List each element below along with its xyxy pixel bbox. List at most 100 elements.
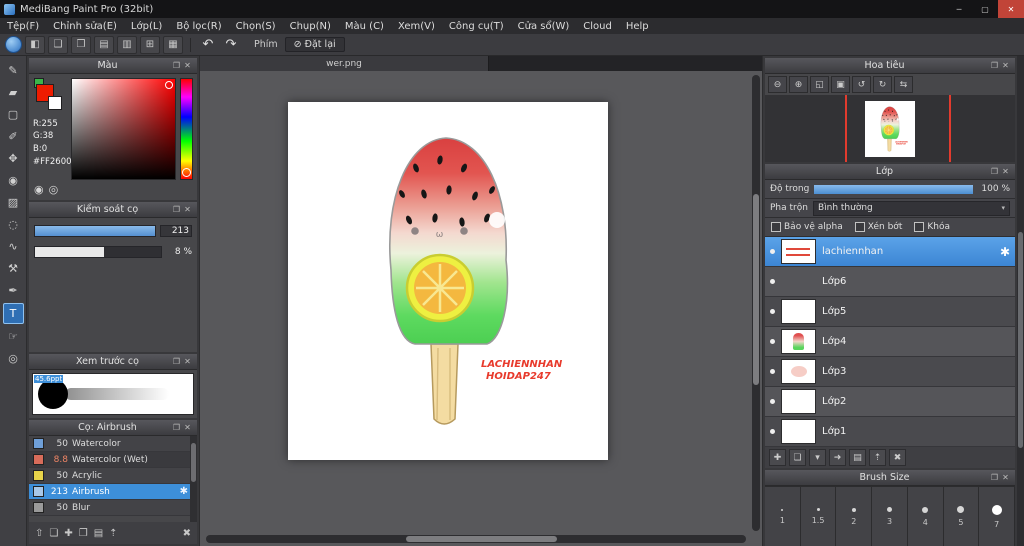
brush-row-selected[interactable]: 213 Airbrush ✱ (29, 484, 197, 500)
menu-window[interactable]: Cửa sổ(W) (511, 18, 577, 34)
detach-panel-icon[interactable]: ❐ (171, 61, 182, 70)
pen-tool[interactable]: ✎ (4, 61, 23, 80)
eraser-tool[interactable]: ▰ (4, 83, 23, 102)
detach-panel-icon[interactable]: ❐ (171, 357, 182, 366)
layer-row[interactable]: Lớp6 (765, 267, 1015, 297)
brush-mode-icon[interactable] (5, 36, 22, 53)
layer-settings-gear-icon[interactable]: ✱ (1000, 245, 1010, 259)
layer-visibility-icon[interactable] (770, 309, 775, 314)
scroll-thumb[interactable] (191, 442, 196, 483)
layer-visibility-icon[interactable] (770, 399, 775, 404)
brush-opacity-slider[interactable] (34, 246, 162, 258)
brush-size-cell[interactable]: 1 (765, 487, 801, 546)
palette-icon[interactable]: ▤ (94, 35, 114, 54)
clipping-checkbox[interactable]: Xén bớt (854, 222, 902, 232)
brush-row[interactable]: 50 Blur (29, 500, 197, 516)
menu-select[interactable]: Chọn(S) (229, 18, 283, 34)
layer-visibility-icon[interactable] (770, 249, 775, 254)
artboard[interactable]: ω LACHIENNHAN HOIDAP247 (288, 102, 608, 460)
layer-row[interactable]: Lớp2 (765, 387, 1015, 417)
undo-button[interactable]: ↶ (198, 36, 218, 53)
duplicate-brush-icon[interactable]: ❐ (79, 528, 88, 539)
fit-view-icon[interactable]: ◱ (810, 76, 829, 93)
detach-panel-icon[interactable]: ❐ (989, 61, 1000, 70)
brush-up-icon[interactable]: ⇧ (35, 528, 43, 539)
close-panel-icon[interactable]: ✕ (1000, 473, 1011, 482)
detach-panel-icon[interactable]: ❐ (171, 423, 182, 432)
maximize-button[interactable]: ▢ (972, 0, 998, 18)
menu-help[interactable]: Help (619, 18, 656, 34)
canvas-tab[interactable]: wer.png (200, 56, 489, 71)
delete-brush-icon[interactable]: ✖ (183, 528, 191, 539)
menu-edit[interactable]: Chỉnh sửa(E) (46, 18, 124, 34)
layer-row[interactable]: Lớp5 (765, 297, 1015, 327)
scroll-thumb[interactable] (405, 536, 557, 542)
select-tool[interactable]: ▢ (4, 105, 23, 124)
canvas-vertical-scrollbar[interactable] (752, 75, 760, 531)
layer-visibility-icon[interactable] (770, 339, 775, 344)
menu-snap[interactable]: Chụp(N) (283, 18, 338, 34)
material-icon[interactable]: ▦ (163, 35, 183, 54)
color-wheel-icon[interactable]: ◉ (34, 183, 44, 196)
canvas-viewport[interactable]: ω LACHIENNHAN HOIDAP247 (200, 71, 762, 546)
lasso-tool[interactable]: ∿ (4, 237, 23, 256)
brush-tool[interactable]: ✐ (4, 127, 23, 146)
layer-row[interactable]: Lớp4 (765, 327, 1015, 357)
saturation-value-picker[interactable] (71, 78, 176, 180)
operation-tool[interactable]: ⚒ (4, 259, 23, 278)
brush-size-cell[interactable]: 3 (872, 487, 908, 546)
document-icon[interactable]: ▥ (117, 35, 137, 54)
detach-panel-icon[interactable]: ❐ (989, 167, 1000, 176)
menu-tools[interactable]: Công cụ(T) (442, 18, 511, 34)
close-button[interactable]: ✕ (998, 0, 1024, 18)
close-panel-icon[interactable]: ✕ (1000, 61, 1011, 70)
add-brush-icon[interactable]: ✚ (64, 528, 72, 539)
alpha-protect-checkbox[interactable]: Bảo vệ alpha (771, 222, 843, 232)
delete-layer-icon[interactable]: ✖ (889, 449, 906, 466)
zoom-in-icon[interactable]: ⊕ (789, 76, 808, 93)
new-brush-icon[interactable]: ❏ (49, 528, 58, 539)
zoom-out-icon[interactable]: ⊖ (768, 76, 787, 93)
grid-icon[interactable]: ⊞ (140, 35, 160, 54)
transfer-layer-icon[interactable]: ➜ (829, 449, 846, 466)
menu-file[interactable]: Tệp(F) (0, 18, 46, 34)
pen2-tool[interactable]: ✒ (4, 281, 23, 300)
brush-size-cell[interactable]: 4 (907, 487, 944, 546)
background-swatch[interactable] (48, 96, 62, 110)
close-panel-icon[interactable]: ✕ (1000, 167, 1011, 176)
lock-checkbox[interactable]: Khóa (914, 222, 950, 232)
layer-row-selected[interactable]: lachiennhan ✱ (765, 237, 1015, 267)
color-bar-icon[interactable]: ◎ (49, 183, 59, 196)
close-panel-icon[interactable]: ✕ (182, 205, 193, 214)
brush-list-scrollbar[interactable] (190, 436, 197, 522)
duplicate-layer-icon[interactable]: ❏ (789, 449, 806, 466)
brush-size-cell[interactable]: 2 (836, 487, 873, 546)
move-tool[interactable]: ✥ (4, 149, 23, 168)
sv-marker[interactable] (165, 81, 173, 89)
actual-size-icon[interactable]: ▣ (831, 76, 850, 93)
close-panel-icon[interactable]: ✕ (182, 357, 193, 366)
add-layer-icon[interactable]: ✚ (769, 449, 786, 466)
navigator-preview[interactable] (765, 95, 1015, 162)
rotate-cw-icon[interactable]: ↻ (873, 76, 892, 93)
chat-icon[interactable]: ❒ (71, 35, 91, 54)
brush-settings-gear-icon[interactable]: ✱ (180, 486, 188, 497)
blend-mode-select[interactable]: Bình thường ▾ (812, 200, 1010, 216)
redo-button[interactable]: ↷ (221, 36, 241, 53)
close-panel-icon[interactable]: ✕ (182, 423, 193, 432)
canvas-horizontal-scrollbar[interactable] (206, 535, 746, 543)
brush-export-icon[interactable]: ⇡ (109, 528, 117, 539)
layer-row[interactable]: Lớp3 (765, 357, 1015, 387)
brush-row[interactable]: 50 Watercolor (29, 436, 197, 452)
gradient-tool[interactable]: ▨ (4, 193, 23, 212)
menu-cloud[interactable]: Cloud (576, 18, 619, 34)
fill-tool[interactable]: ◉ (4, 171, 23, 190)
move-layer-up-icon[interactable]: ⇡ (869, 449, 886, 466)
menu-color[interactable]: Màu (C) (338, 18, 391, 34)
brush-row[interactable]: 50 Acrylic (29, 468, 197, 484)
opacity-slider[interactable] (814, 184, 973, 194)
layer-visibility-icon[interactable] (770, 279, 775, 284)
close-panel-icon[interactable]: ✕ (182, 61, 193, 70)
merge-down-icon[interactable]: ▾ (809, 449, 826, 466)
rotate-ccw-icon[interactable]: ↺ (852, 76, 871, 93)
